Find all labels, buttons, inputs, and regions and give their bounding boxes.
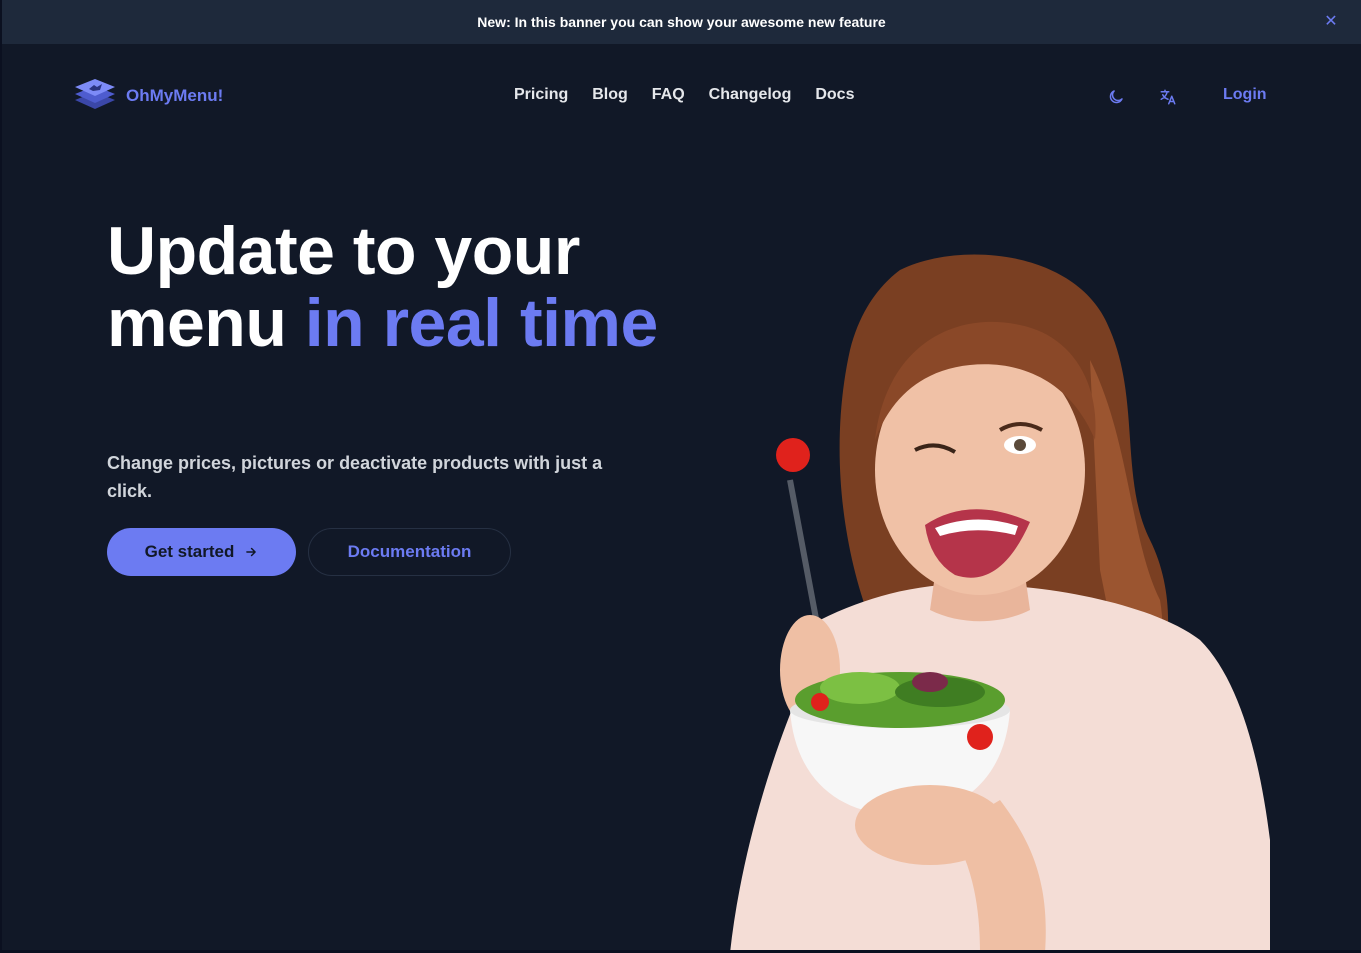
woman-eating-salad-photo — [730, 254, 1270, 953]
nav-link-faq[interactable]: FAQ — [652, 86, 685, 104]
nav-link-docs[interactable]: Docs — [815, 86, 854, 104]
get-started-button[interactable]: Get started — [107, 528, 296, 576]
banner-text: New: In this banner you can show your aw… — [477, 14, 886, 30]
moon-icon[interactable] — [1107, 88, 1125, 106]
hero-title: Update to your menu in real time — [107, 215, 667, 359]
nav-link-changelog[interactable]: Changelog — [709, 86, 792, 104]
nav-link-pricing[interactable]: Pricing — [514, 86, 568, 104]
nav-links: Pricing Blog FAQ Changelog Docs — [514, 86, 854, 104]
nav-link-blog[interactable]: Blog — [592, 86, 628, 104]
documentation-button[interactable]: Documentation — [308, 528, 511, 576]
translate-icon[interactable] — [1159, 88, 1177, 106]
navbar: OhMyMenu! Pricing Blog FAQ Changelog Doc… — [0, 44, 1361, 124]
documentation-label: Documentation — [347, 542, 472, 561]
brand-logo[interactable]: OhMyMenu! — [74, 78, 223, 114]
hero-title-accent: in real time — [304, 285, 659, 361]
brand-name: OhMyMenu! — [126, 86, 224, 105]
close-icon[interactable]: ✕ — [1323, 14, 1339, 30]
arrow-right-icon — [246, 547, 257, 557]
login-link[interactable]: Login — [1223, 86, 1267, 104]
frame-edge — [0, 44, 2, 953]
announcement-banner: New: In this banner you can show your aw… — [0, 0, 1361, 44]
hero-subtitle: Change prices, pictures or deactivate pr… — [107, 453, 603, 501]
get-started-label: Get started — [144, 542, 235, 561]
stacked-layers-logo-icon — [75, 79, 115, 109]
